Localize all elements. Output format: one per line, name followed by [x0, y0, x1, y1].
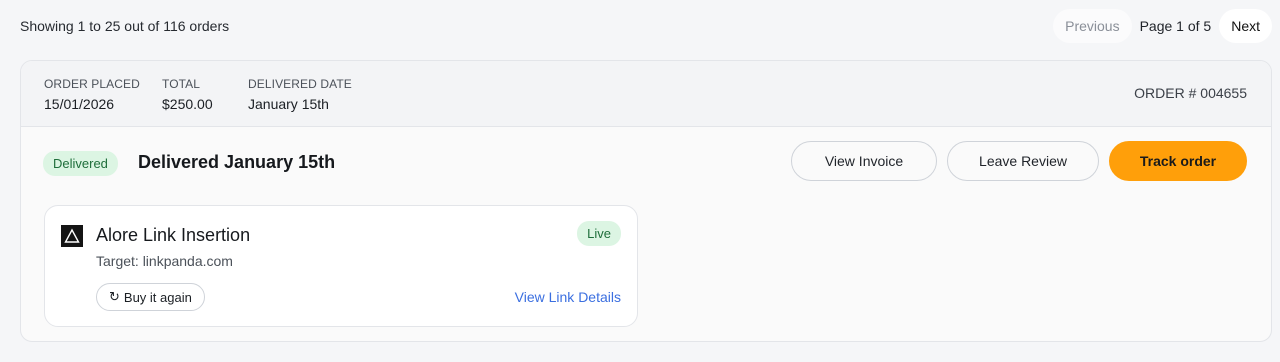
delivered-date-value: January 15th: [248, 96, 329, 112]
buy-again-label: Buy it again: [123, 289, 192, 305]
status-title: Delivered January 15th: [138, 152, 336, 172]
live-badge: Live: [577, 221, 621, 246]
page-indicator: Page 1 of 5: [1139, 18, 1212, 34]
next-page-button[interactable]: Next: [1219, 9, 1272, 43]
leave-review-button[interactable]: Leave Review: [947, 141, 1099, 181]
order-header: ORDER PLACED 15/01/2026 TOTAL $250.00 DE…: [21, 61, 1271, 127]
track-order-button[interactable]: Track order: [1109, 141, 1247, 181]
order-status-row: Delivered Delivered January 15th View In…: [21, 127, 1271, 195]
status-badge: Delivered: [43, 151, 118, 176]
order-placed-label: ORDER PLACED: [44, 77, 140, 91]
view-link-details-link[interactable]: View Link Details: [515, 289, 621, 305]
buy-again-button[interactable]: ↻ Buy it again: [96, 283, 205, 311]
order-item-card: Alore Link Insertion Target: linkpanda.c…: [44, 205, 638, 327]
orders-toolbar: Showing 1 to 25 out of 116 orders Previo…: [0, 0, 1280, 52]
delivered-date: DELIVERED DATE January 15th: [248, 77, 352, 112]
order-card: ORDER PLACED 15/01/2026 TOTAL $250.00 DE…: [20, 60, 1272, 342]
order-total-label: TOTAL: [162, 77, 201, 91]
order-total-value: $250.00: [162, 96, 213, 112]
previous-page-button[interactable]: Previous: [1053, 9, 1132, 43]
pagination: Previous Page 1 of 5 Next: [1053, 9, 1272, 43]
order-number: ORDER # 004655: [1134, 85, 1247, 101]
order-placed-value: 15/01/2026: [44, 96, 115, 112]
order-actions: View Invoice Leave Review Track order: [791, 141, 1247, 181]
item-title: Alore Link Insertion: [96, 225, 251, 245]
results-count: Showing 1 to 25 out of 116 orders: [20, 18, 230, 34]
refresh-icon: ↻: [109, 289, 120, 304]
view-invoice-button[interactable]: View Invoice: [791, 141, 937, 181]
item-target: Target: linkpanda.com: [96, 253, 233, 269]
order-placed: ORDER PLACED 15/01/2026: [44, 77, 140, 112]
alore-triangle-logo-icon: [61, 225, 83, 247]
order-total: TOTAL $250.00: [162, 77, 213, 112]
delivered-date-label: DELIVERED DATE: [248, 77, 352, 91]
